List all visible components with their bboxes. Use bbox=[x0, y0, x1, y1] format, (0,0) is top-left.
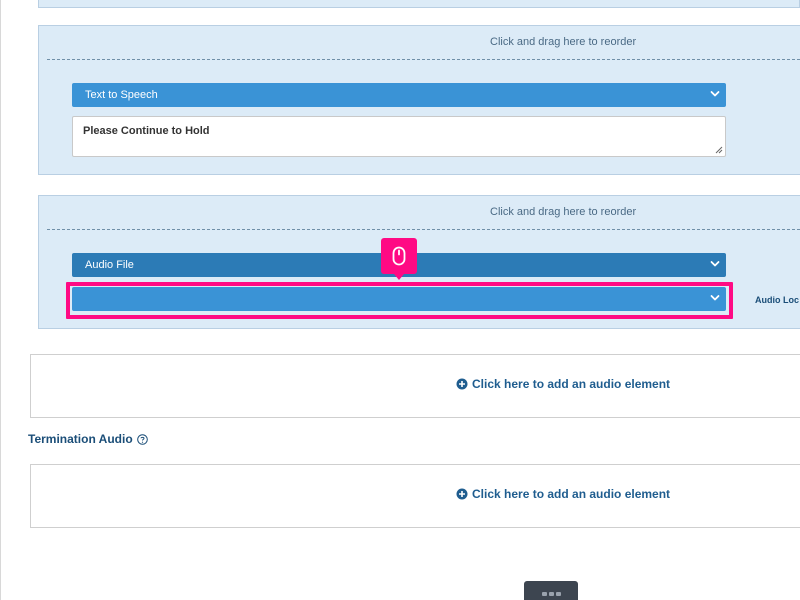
chevron-down-icon bbox=[710, 295, 720, 301]
drag-handle-dot bbox=[548, 592, 554, 596]
drag-hint: Click and drag here to reorder bbox=[490, 206, 637, 218]
mouse-icon bbox=[392, 246, 406, 266]
audio-location-select[interactable] bbox=[72, 287, 726, 311]
audio-block-audio-file: Click and drag here to reorder Audio Fil… bbox=[38, 195, 800, 329]
page-border bbox=[0, 0, 1, 600]
chevron-down-icon bbox=[710, 91, 720, 97]
plus-circle-icon bbox=[456, 378, 468, 390]
add-audio-element-box: Click here to add an audio element bbox=[30, 354, 800, 418]
chevron-down-icon bbox=[710, 261, 720, 267]
termination-audio-label: Termination Audio bbox=[28, 432, 133, 446]
drag-handle-dot bbox=[555, 592, 561, 596]
bottom-drawer-tab[interactable] bbox=[524, 581, 578, 600]
add-termination-audio-box: Click here to add an audio element bbox=[30, 464, 800, 528]
termination-audio-title: Termination Audio bbox=[28, 432, 148, 446]
drag-hint: Click and drag here to reorder bbox=[490, 36, 637, 48]
add-audio-element-link[interactable]: Click here to add an audio element bbox=[456, 377, 670, 391]
drag-handle-icon bbox=[541, 592, 547, 596]
drag-handle[interactable]: Click and drag here to reorder bbox=[47, 196, 800, 230]
resize-grip-icon[interactable] bbox=[715, 146, 723, 154]
question-circle-icon[interactable] bbox=[136, 433, 148, 445]
add-termination-audio-label: Click here to add an audio element bbox=[472, 487, 671, 501]
audio-type-value: Audio File bbox=[85, 259, 134, 271]
page: Click and drag here to reorder Text to S… bbox=[0, 0, 800, 600]
previous-audio-block bbox=[38, 0, 800, 8]
plus-circle-icon bbox=[456, 488, 468, 500]
drag-handle[interactable]: Click and drag here to reorder bbox=[47, 26, 800, 60]
tts-text-value: Please Continue to Hold bbox=[83, 125, 210, 137]
audio-type-value: Text to Speech bbox=[85, 89, 158, 101]
audio-block-text-to-speech: Click and drag here to reorder Text to S… bbox=[38, 25, 800, 175]
cursor-indicator bbox=[381, 238, 417, 280]
add-termination-audio-link[interactable]: Click here to add an audio element bbox=[456, 487, 670, 501]
add-audio-element-label: Click here to add an audio element bbox=[472, 377, 671, 391]
tts-text-field[interactable]: Please Continue to Hold bbox=[72, 116, 726, 157]
audio-type-select[interactable]: Text to Speech bbox=[72, 83, 726, 107]
audio-location-label: Audio Loc bbox=[755, 295, 799, 305]
